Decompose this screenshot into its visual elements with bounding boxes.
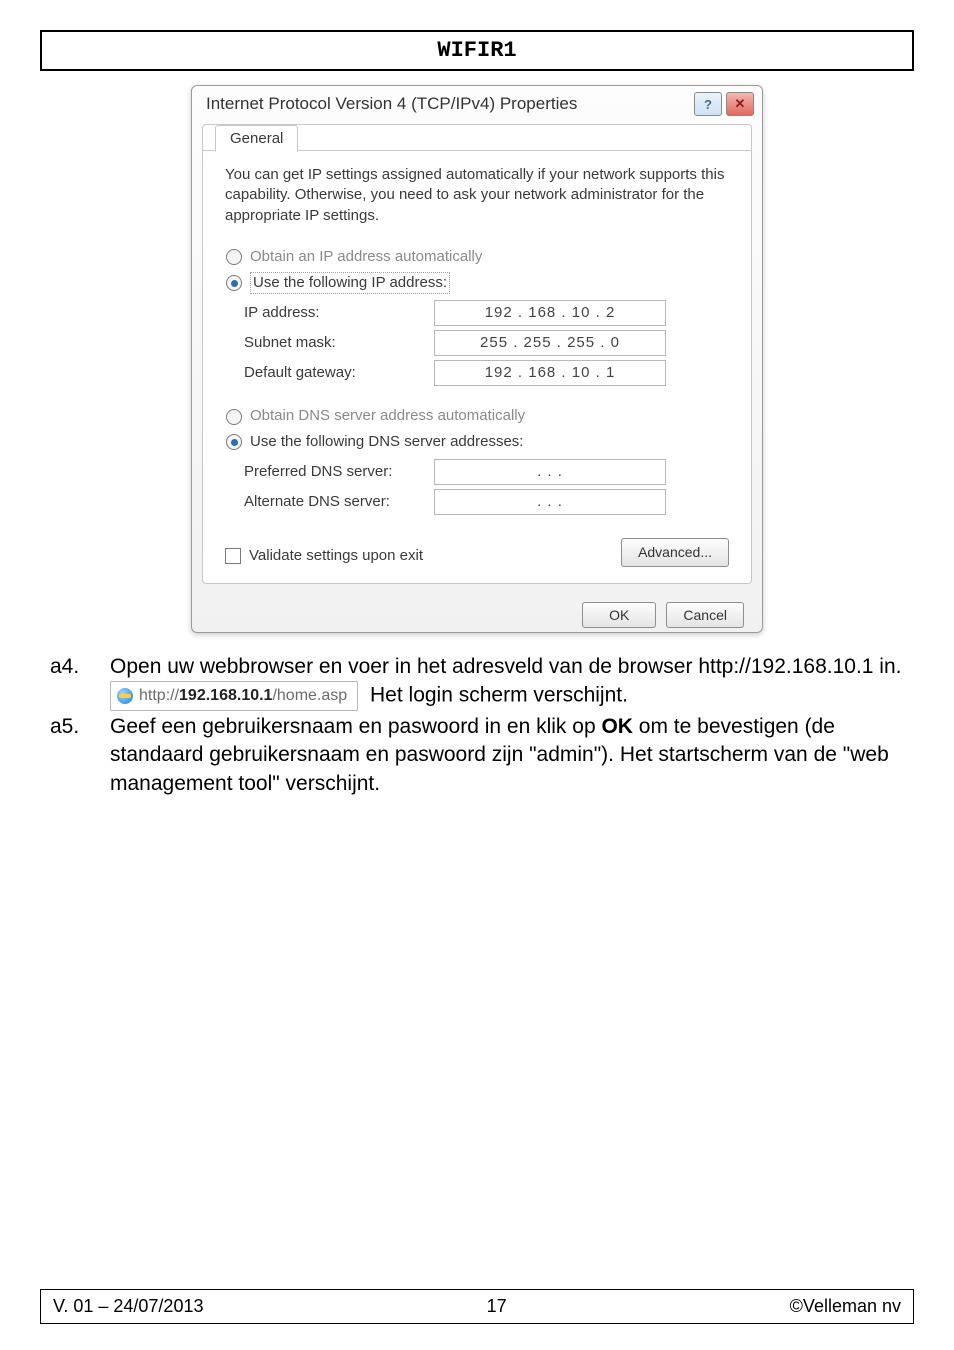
dialog-title: Internet Protocol Version 4 (TCP/IPv4) P… [206,94,577,114]
radio-obtain-dns-auto[interactable]: Obtain DNS server address automatically [226,406,728,427]
ie-icon [117,688,133,704]
radio-obtain-ip-auto[interactable]: Obtain an IP address automatically [226,247,728,268]
label-subnet-mask: Subnet mask: [244,333,434,353]
radio-icon [226,275,242,291]
label-alternate-dns: Alternate DNS server: [244,492,434,512]
checkbox-label: Validate settings upon exit [249,546,423,566]
radio-icon [226,409,242,425]
help-button[interactable]: ? [694,92,722,116]
radio-label: Use the following DNS server addresses: [250,432,523,453]
ok-button[interactable]: OK [582,602,656,628]
footer-version: V. 01 – 24/07/2013 [53,1296,203,1317]
dialog-description: You can get IP settings assigned automat… [225,165,729,226]
step-text: Geef een gebruikersnaam en paswoord in e… [110,713,904,798]
radio-use-following-dns[interactable]: Use the following DNS server addresses: [226,432,728,453]
checkbox-icon [225,548,241,564]
input-ip-address[interactable]: 192 . 168 . 10 . 2 [434,300,666,326]
radio-icon [226,434,242,450]
ipv4-properties-dialog: Internet Protocol Version 4 (TCP/IPv4) P… [191,85,763,633]
tab-general[interactable]: General [215,125,298,152]
label-ip-address: IP address: [244,303,434,323]
radio-label: Obtain an IP address automatically [250,247,482,268]
advanced-button[interactable]: Advanced... [621,538,729,567]
step-number: a4. [50,653,96,711]
radio-label: Obtain DNS server address automatically [250,406,525,427]
page-footer: V. 01 – 24/07/2013 17 ©Velleman nv [40,1289,914,1324]
radio-icon [226,249,242,265]
address-bar: http://192.168.10.1/home.asp [110,681,358,711]
footer-page-number: 17 [487,1296,507,1317]
step-text: Open uw webbrowser en voer in het adresv… [110,653,901,711]
cancel-button[interactable]: Cancel [666,602,744,628]
step-number: a5. [50,713,96,798]
input-default-gateway[interactable]: 192 . 168 . 10 . 1 [434,360,666,386]
document-body: a4. Open uw webbrowser en voer in het ad… [50,653,904,798]
radio-label: Use the following IP address: [250,272,450,294]
label-default-gateway: Default gateway: [244,363,434,383]
close-button[interactable]: ✕ [726,92,754,116]
footer-copyright: ©Velleman nv [790,1296,901,1317]
label-preferred-dns: Preferred DNS server: [244,462,434,482]
radio-use-following-ip[interactable]: Use the following IP address: [226,272,728,294]
input-subnet-mask[interactable]: 255 . 255 . 255 . 0 [434,330,666,356]
checkbox-validate-on-exit[interactable]: Validate settings upon exit [225,546,423,566]
page-header: WIFIR1 [40,30,914,71]
input-preferred-dns[interactable]: . . . [434,459,666,485]
input-alternate-dns[interactable]: . . . [434,489,666,515]
